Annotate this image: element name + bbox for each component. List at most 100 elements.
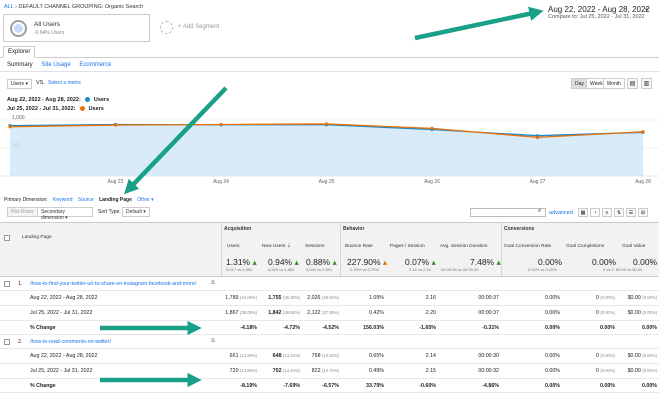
cell-bounce-rate: 156.03% <box>363 325 384 331</box>
breadcrumb-path: DEFAULT CHANNEL GROUPING: Organic Search <box>18 4 144 10</box>
divider <box>221 223 222 278</box>
data-point <box>8 125 12 129</box>
motion-chart-icon[interactable]: ▤ <box>627 78 638 89</box>
cell-bounce-rate: 0.65% <box>368 353 384 359</box>
cell-goal-value: 0.00% <box>641 383 657 389</box>
percent: (12.59%) <box>240 353 257 358</box>
date-range-main[interactable]: Aug 22, 2022 - Aug 28, 2022 <box>548 5 650 14</box>
view-pivot-icon[interactable]: ⊞ <box>638 208 648 217</box>
sort-desc-icon: ⇣ <box>286 244 291 249</box>
col-sessions[interactable]: Sessions <box>305 244 324 249</box>
cell-pages-per-session: 2.16 <box>425 295 436 301</box>
view-term-cloud-icon[interactable]: ☰ <box>626 208 636 217</box>
value: 0 <box>595 353 599 359</box>
landing-page-link[interactable]: /how-to-read-comments-on-twitter/ <box>30 339 111 345</box>
value: $0.00 <box>627 310 641 316</box>
col-goal-value[interactable]: Goal Value <box>622 244 645 249</box>
value: 1,755 <box>268 295 282 301</box>
chart-type-icon[interactable]: ▥ <box>641 78 652 89</box>
data-point <box>219 122 223 127</box>
breadcrumb-all-link[interactable]: ALL <box>4 4 14 10</box>
select-all-checkbox[interactable] <box>4 235 10 241</box>
percent: (38.05%) <box>240 310 257 315</box>
plot-rows-button[interactable]: Plot Rows <box>7 207 38 217</box>
open-external-icon[interactable]: ⧉ <box>211 280 215 287</box>
cell-pages-per-session: 2.15 <box>425 368 436 374</box>
view-comparison-icon[interactable]: ⇅ <box>614 208 624 217</box>
x-tick-label: Aug 27 <box>530 179 546 185</box>
cell-goal-value: $0.00 (0.00%) <box>615 353 657 359</box>
advanced-filter-link[interactable]: advanced <box>549 210 573 216</box>
cell-avg-duration: 00:00:30 <box>478 353 499 359</box>
cell-goal-value: $0.00 (0.00%) <box>615 295 657 301</box>
total-gv-sub: $0.00 vs $0.00 <box>616 267 643 272</box>
table-row[interactable]: 1. /how-to-find-your-twitter-url-to-shar… <box>0 277 659 291</box>
data-point <box>641 130 645 134</box>
dimension-source-link[interactable]: Source <box>78 197 94 203</box>
row-number: 1. <box>18 281 23 287</box>
view-data-table-icon[interactable]: ▦ <box>578 208 588 217</box>
percent: (13.88%) <box>240 368 257 373</box>
value: $0.00 <box>627 353 641 359</box>
col-landing-page[interactable]: Landing Page <box>22 235 52 240</box>
cell-pages-per-session: -0.60% <box>419 383 436 389</box>
row-checkbox[interactable] <box>4 281 10 287</box>
col-pages-per-session[interactable]: Pages / Session <box>390 244 425 249</box>
row-checkbox[interactable] <box>4 339 10 345</box>
tab-explorer[interactable]: Explorer <box>3 46 36 58</box>
add-segment-circle-icon[interactable] <box>160 21 173 34</box>
percent: (14.44%) <box>283 368 300 373</box>
percent: (13.42%) <box>283 353 300 358</box>
row-range-label: Aug 22, 2022 - Aug 28, 2022 <box>30 353 98 359</box>
row-change-label: % Change <box>30 383 56 389</box>
sort-type-label: Sort Type: <box>98 209 121 215</box>
total-sessions-sub: 5,640 vs 5,591 <box>306 267 333 272</box>
percent: (0.00%) <box>642 368 657 373</box>
cell-sessions: 2,122 (37.95%) <box>300 310 339 316</box>
legend-previous-label: Users <box>88 106 104 112</box>
metric-select[interactable]: Users ▾ <box>7 79 32 89</box>
cell-goal-conv-rate: 0.00% <box>544 310 560 316</box>
col-bounce-rate[interactable]: Bounce Rate <box>345 244 373 249</box>
table-row[interactable]: 2. /how-to-read-comments-on-twitter/ ⧉ <box>0 335 659 349</box>
col-avg-session-duration[interactable]: Avg. Session Duration <box>440 244 487 249</box>
col-new-users[interactable]: New Users ⇣ <box>262 244 291 249</box>
cell-avg-duration: 00:00:37 <box>478 295 499 301</box>
landing-page-link[interactable]: /how-to-find-your-twitter-url-to-share-o… <box>30 281 196 287</box>
subtab-summary[interactable]: Summary <box>7 62 33 68</box>
segment-card-all-users[interactable]: All Users -0.64% Users <box>3 14 150 42</box>
open-external-icon[interactable]: ⧉ <box>211 338 215 345</box>
date-range-dropdown-icon[interactable]: ▾ <box>645 6 649 14</box>
granularity-month-button[interactable]: Month <box>603 78 625 89</box>
select-metric-link[interactable]: Select a metric <box>48 80 81 86</box>
secondary-dimension-select[interactable]: Secondary dimension ▾ <box>37 207 93 221</box>
col-users[interactable]: Users <box>227 244 240 249</box>
divider <box>501 223 502 278</box>
cell-users: 661 (12.59%) <box>222 353 257 359</box>
cell-new-users: -4.72% <box>283 325 300 331</box>
up-arrow-icon: ▴ <box>292 257 299 267</box>
up-arrow-icon: ▴ <box>330 257 337 267</box>
view-performance-icon[interactable]: ≡ <box>602 208 612 217</box>
view-pie-chart-icon[interactable]: ◔ <box>590 208 600 217</box>
legend-current-label: Users <box>93 97 110 103</box>
dimension-keyword-link[interactable]: Keyword <box>53 197 72 203</box>
percent: (13.62%) <box>322 353 339 358</box>
col-goal-completions[interactable]: Goal Completions <box>566 244 604 249</box>
up-arrow-icon: ▴ <box>380 257 388 267</box>
add-segment-button[interactable]: + Add Segment <box>178 24 219 30</box>
primary-dimension-label: Primary Dimension: <box>4 197 48 203</box>
table-search-input[interactable] <box>470 208 546 217</box>
col-goal-conversion-rate[interactable]: Goal Conversion Rate <box>504 244 551 249</box>
total-pps-value: 0.07% <box>405 257 430 267</box>
search-icon[interactable]: ⌕ <box>538 208 541 215</box>
dimension-landing-page[interactable]: Landing Page <box>99 197 132 203</box>
subtab-site-usage[interactable]: Site Usage <box>41 62 70 68</box>
percent: (0.00%) <box>600 310 615 315</box>
segment-circle-icon <box>10 20 27 37</box>
cell-sessions: 768 (13.62%) <box>300 353 339 359</box>
sort-type-select[interactable]: Default ▾ <box>122 207 150 217</box>
subtab-ecommerce[interactable]: Ecommerce <box>79 62 111 68</box>
dimension-other-link[interactable]: Other ▾ <box>137 197 153 203</box>
cell-new-users: 702 (14.44%) <box>258 368 300 374</box>
